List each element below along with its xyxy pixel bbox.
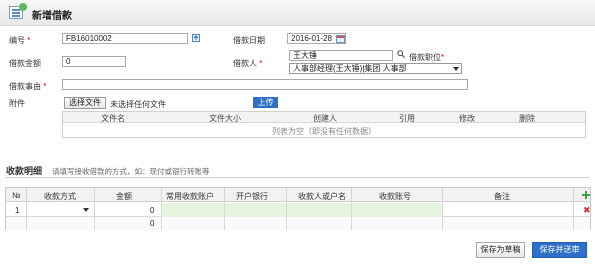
attachment-table: 文件名 文件大小 创建人 引用 修改 删除 列表为空（即没有任何数据） xyxy=(62,111,586,138)
calendar-icon[interactable] xyxy=(336,35,345,43)
col-account: 常用收款账户 xyxy=(166,192,214,201)
col-delete: 删除 xyxy=(519,114,535,123)
add-document-icon xyxy=(9,3,27,19)
col-reference: 引用 xyxy=(399,114,415,123)
grid-divider xyxy=(161,188,162,230)
grid-divider xyxy=(224,188,225,230)
search-icon[interactable] xyxy=(397,50,405,58)
col-edit: 修改 xyxy=(459,114,475,123)
col-creator: 创建人 xyxy=(313,114,337,123)
date-label: 借款日期 xyxy=(233,36,265,45)
detail-grid: № 收款方式 金额 常用收款账户 开户银行 收款人或户名 收款账号 备注 1 0… xyxy=(5,187,591,230)
position-select[interactable]: 人事部经理(王大锤)|集团 人事部 xyxy=(289,63,462,74)
chevron-down-icon xyxy=(83,208,89,212)
grid-divider xyxy=(26,188,27,230)
position-label: 借款职位* xyxy=(409,53,445,62)
page-header: 新增借款 xyxy=(0,0,595,26)
grid-divider xyxy=(573,188,574,230)
account-cell[interactable] xyxy=(162,203,224,217)
row-number: 1 xyxy=(15,206,20,215)
number-field[interactable]: FB16010002 xyxy=(62,33,188,44)
save-draft-button[interactable]: 保存为草稿 xyxy=(476,242,525,258)
empty-list-text: 列表为空（即没有任何数据） xyxy=(272,127,376,136)
grid-divider xyxy=(351,188,352,230)
upload-button[interactable]: 上传 xyxy=(253,97,278,108)
col-no: № xyxy=(12,191,21,200)
refresh-number-icon[interactable] xyxy=(192,34,200,42)
col-account-no: 收款账号 xyxy=(379,192,411,201)
col-bank: 开户银行 xyxy=(236,192,268,201)
detail-section-title: 收款明细 xyxy=(6,166,43,176)
col-method: 收款方式 xyxy=(44,192,76,201)
page-title: 新增借款 xyxy=(32,11,72,22)
no-file-text: 未选择任何文件 xyxy=(110,100,166,109)
col-amount: 金额 xyxy=(116,192,132,201)
number-label: 编号 * xyxy=(9,36,31,45)
col-filesize: 文件大小 xyxy=(209,114,241,123)
reason-field[interactable] xyxy=(62,79,468,90)
attachment-label: 附件 xyxy=(9,99,25,108)
amount-field[interactable]: 0 xyxy=(62,56,126,67)
save-submit-button[interactable]: 保存并送审 xyxy=(532,242,587,258)
section-divider xyxy=(5,177,590,178)
col-filename: 文件名 xyxy=(101,114,125,123)
borrower-label: 借款人 * xyxy=(233,59,263,68)
delete-row-icon[interactable]: ✖ xyxy=(583,206,591,215)
amount-label: 借款金额 xyxy=(9,59,41,68)
grid-divider xyxy=(286,188,287,230)
grid-divider xyxy=(94,188,95,230)
borrower-field[interactable]: 王大锤 xyxy=(289,50,393,61)
account-no-cell[interactable] xyxy=(352,203,442,217)
detail-hint: 请填写接收借款的方式，如：现付或银行转账等 xyxy=(52,167,210,176)
col-payee: 收款人或户名 xyxy=(298,192,346,201)
method-select[interactable] xyxy=(28,203,93,217)
choose-file-button[interactable]: 选择文件 xyxy=(64,97,106,109)
reason-label: 借款事由 * xyxy=(9,82,47,91)
total-amount: 0 xyxy=(150,219,155,228)
bank-cell[interactable] xyxy=(225,203,286,217)
add-row-icon[interactable] xyxy=(582,191,590,199)
chevron-down-icon xyxy=(453,67,459,71)
attachment-table-header: 文件名 文件大小 创建人 引用 修改 删除 xyxy=(63,112,585,123)
col-note: 备注 xyxy=(494,192,510,201)
grid-divider xyxy=(442,188,443,230)
payee-cell[interactable] xyxy=(287,203,351,217)
amount-cell[interactable]: 0 xyxy=(150,206,154,215)
